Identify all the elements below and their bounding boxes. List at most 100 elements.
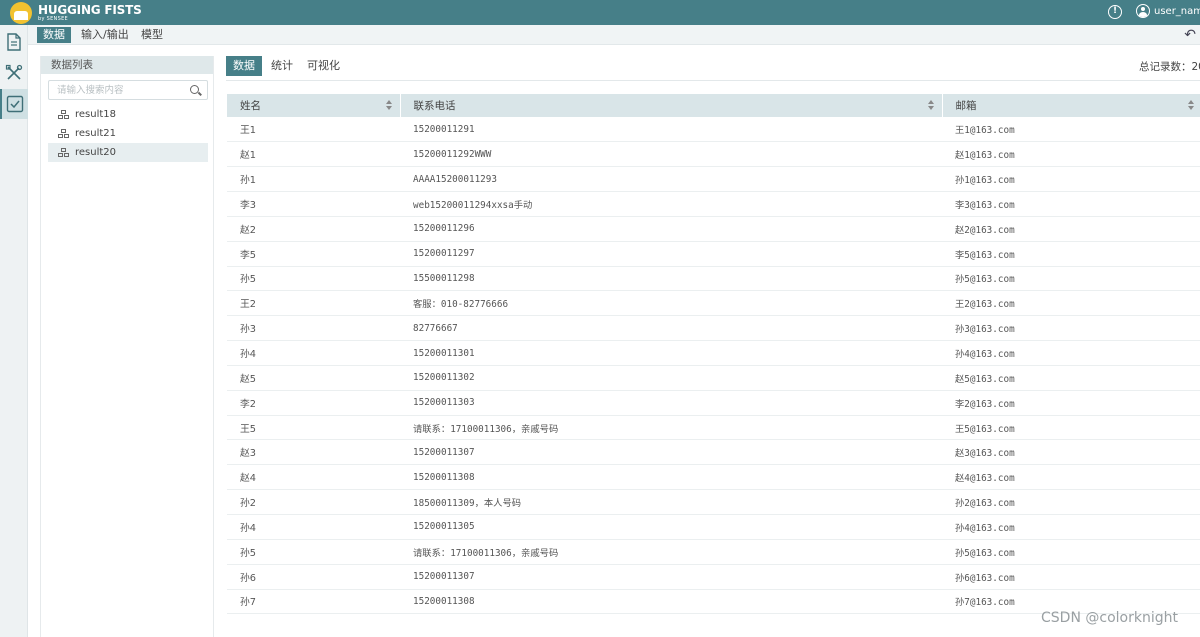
column-header-label: 姓名 — [240, 100, 261, 112]
cell-phone: 15200011301 — [400, 340, 942, 366]
dataset-label: result21 — [75, 128, 117, 139]
table-row[interactable]: 赵3 15200011307 赵3@163.com — [227, 439, 1200, 466]
cell-phone: AAAA15200011293 — [400, 166, 942, 193]
cell-name: 王2 — [227, 290, 400, 317]
cell-email: 李2@163.com — [942, 390, 1200, 416]
dataset-item[interactable]: result18 — [48, 105, 208, 124]
cell-name: 王5 — [227, 415, 400, 441]
cell-name: 孙5 — [227, 539, 400, 565]
table-row[interactable]: 李2 15200011303 李2@163.com — [227, 390, 1200, 416]
table-row[interactable]: 王1 15200011291 王1@163.com — [227, 117, 1200, 143]
cell-phone: 15200011305 — [400, 514, 942, 540]
cell-email: 孙2@163.com — [942, 489, 1200, 515]
table-row[interactable]: 孙4 15200011301 孙4@163.com — [227, 340, 1200, 366]
table-row[interactable]: 孙4 15200011305 孙4@163.com — [227, 514, 1200, 540]
cell-email: 孙3@163.com — [942, 315, 1200, 342]
cell-name: 李5 — [227, 241, 400, 267]
data-list-panel: 数据列表 result18 result21 result20 — [40, 56, 214, 637]
dataset-item-selected[interactable]: result20 — [48, 143, 208, 162]
table-row[interactable]: 孙1 AAAA15200011293 孙1@163.com — [227, 166, 1200, 193]
column-header-label: 联系电话 — [413, 100, 456, 112]
rail-check-button[interactable] — [0, 89, 28, 119]
cell-phone: 15200011307 — [400, 564, 942, 590]
search-input[interactable] — [57, 81, 187, 99]
user-name: user_name — [1154, 5, 1200, 17]
cell-name: 孙7 — [227, 589, 400, 615]
document-icon — [7, 33, 21, 51]
cell-email: 孙1@163.com — [942, 166, 1200, 193]
table-row[interactable]: 王2 客服：010-82776666 王2@163.com — [227, 290, 1200, 317]
column-header-name[interactable]: 姓名 — [227, 94, 401, 117]
table-row[interactable]: 孙2 18500011309，本人号码 孙2@163.com — [227, 489, 1200, 515]
cell-phone: 客服：010-82776666 — [400, 290, 942, 317]
cell-name: 孙4 — [227, 514, 400, 540]
user-avatar-icon — [1136, 4, 1150, 18]
cell-name: 李3 — [227, 191, 400, 217]
table-row[interactable]: 孙3 82776667 孙3@163.com — [227, 315, 1200, 342]
cell-name: 王1 — [227, 117, 400, 143]
menu-item-data[interactable]: 数据 — [37, 27, 71, 43]
data-table: 姓名 联系电话 邮箱 王1 15200011291 王1@163.com 赵1 1520… — [227, 94, 1200, 615]
menu-item-model[interactable]: 模型 — [135, 27, 169, 43]
cell-name: 赵4 — [227, 464, 400, 491]
sort-icon[interactable] — [927, 100, 934, 110]
logo-icon — [10, 1, 32, 24]
table-row[interactable]: 赵4 15200011308 赵4@163.com — [227, 464, 1200, 491]
dataset-item[interactable]: result21 — [48, 124, 208, 143]
cell-email: 孙5@163.com — [942, 266, 1200, 292]
menu-bar: 数据 输入/输出 模型 ↶ — [28, 25, 1200, 45]
cell-phone: 15500011298 — [400, 266, 942, 292]
cell-email: 李5@163.com — [942, 241, 1200, 267]
cell-phone: 82776667 — [400, 315, 942, 342]
column-header-phone[interactable]: 联系电话 — [400, 94, 943, 117]
cell-phone: 15200011297 — [400, 241, 942, 267]
table-row[interactable]: 孙5 15500011298 孙5@163.com — [227, 266, 1200, 292]
table-row[interactable]: 孙6 15200011307 孙6@163.com — [227, 564, 1200, 590]
cell-email: 赵2@163.com — [942, 216, 1200, 242]
cell-phone: web15200011294xxsa手动 — [400, 191, 942, 217]
tab-visualize[interactable]: 可视化 — [300, 56, 347, 76]
undo-icon[interactable]: ↶ — [1184, 27, 1196, 43]
cell-name: 孙1 — [227, 166, 400, 193]
cell-name: 孙6 — [227, 564, 400, 590]
column-header-label: 邮箱 — [955, 100, 977, 112]
column-header-email[interactable]: 邮箱 — [942, 94, 1200, 117]
cell-phone: 18500011309，本人号码 — [400, 489, 942, 515]
cell-email: 赵4@163.com — [942, 464, 1200, 491]
cell-phone: 15200011292WWW — [400, 141, 942, 168]
table-row[interactable]: 李5 15200011297 李5@163.com — [227, 241, 1200, 267]
table-row[interactable]: 赵5 15200011302 赵5@163.com — [227, 365, 1200, 391]
cell-email: 孙4@163.com — [942, 514, 1200, 540]
table-row[interactable]: 赵1 15200011292WWW 赵1@163.com — [227, 141, 1200, 168]
user-menu[interactable]: user_name — [1136, 4, 1200, 18]
cell-phone: 请联系：17100011306，亲戚号码 — [400, 539, 942, 565]
cell-phone: 15200011291 — [400, 117, 942, 143]
rail-tools-button[interactable] — [0, 58, 28, 88]
table-row[interactable]: 赵2 15200011296 赵2@163.com — [227, 216, 1200, 242]
cell-name: 赵5 — [227, 365, 400, 391]
cell-name: 赵2 — [227, 216, 400, 242]
tab-data[interactable]: 数据 — [226, 56, 262, 76]
table-row[interactable]: 李3 web15200011294xxsa手动 李3@163.com — [227, 191, 1200, 217]
top-bar: HUGGING FISTS by SENSEE ! user_name — [0, 0, 1200, 25]
cell-phone: 15200011307 — [400, 439, 942, 466]
cell-name: 李2 — [227, 390, 400, 416]
sort-icon[interactable] — [385, 100, 392, 110]
cell-email: 王2@163.com — [942, 290, 1200, 317]
cell-phone: 请联系：17100011306，亲戚号码 — [400, 415, 942, 441]
cell-email: 李3@163.com — [942, 191, 1200, 217]
app-logo[interactable]: HUGGING FISTS by SENSEE — [10, 1, 142, 24]
cell-email: 赵5@163.com — [942, 365, 1200, 391]
search-icon[interactable] — [190, 85, 199, 94]
cell-name: 孙5 — [227, 266, 400, 292]
rail-document-button[interactable] — [0, 27, 28, 57]
watermark: CSDN @colorknight — [1041, 610, 1178, 626]
sort-icon[interactable] — [1187, 100, 1194, 110]
table-row[interactable]: 王5 请联系：17100011306，亲戚号码 王5@163.com — [227, 415, 1200, 441]
cell-name: 赵1 — [227, 141, 400, 168]
menu-item-io[interactable]: 输入/输出 — [75, 27, 135, 43]
panel-title: 数据列表 — [41, 56, 213, 74]
tab-stats[interactable]: 统计 — [264, 56, 300, 76]
table-row[interactable]: 孙5 请联系：17100011306，亲戚号码 孙5@163.com — [227, 539, 1200, 565]
alert-icon[interactable]: ! — [1108, 5, 1122, 19]
